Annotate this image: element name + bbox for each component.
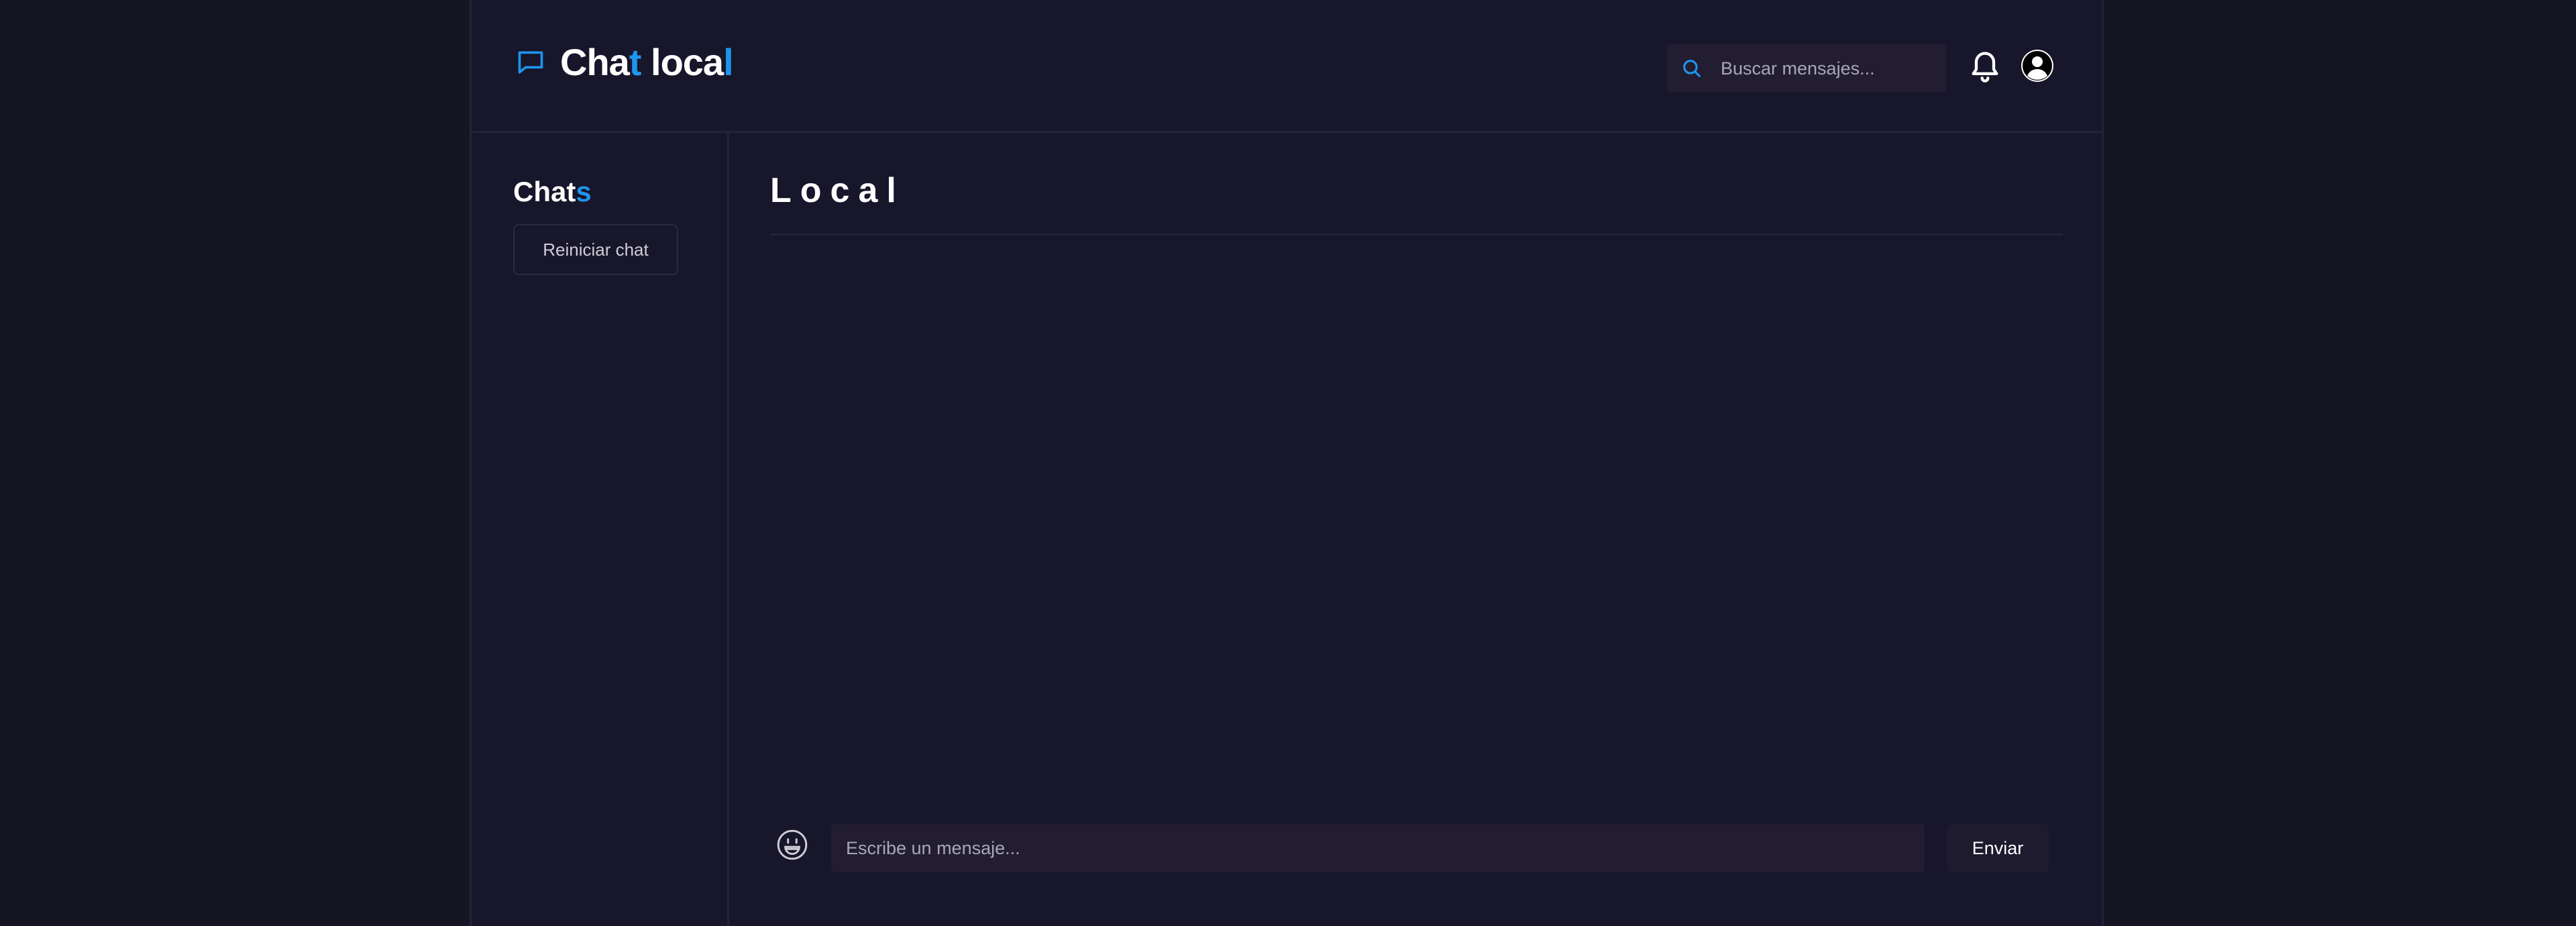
title-divider (770, 234, 2063, 236)
logo[interactable]: Chat local (516, 40, 734, 84)
search-placeholder: Buscar mensajes... (1721, 58, 1875, 79)
search-input[interactable]: Buscar mensajes... (1667, 44, 1946, 93)
send-button[interactable]: Enviar (1947, 824, 2049, 872)
emoji-icon[interactable] (775, 828, 809, 862)
app-title-accent: t (629, 41, 642, 83)
header: Chat local Buscar mensajes... (472, 0, 2102, 133)
app-title-part: loca (651, 41, 724, 83)
chat-panel: Local Escribe un mensaje... Enviar (729, 133, 2102, 926)
bell-icon[interactable] (1968, 48, 2002, 85)
app-title-space (641, 41, 651, 83)
app-title-part: Cha (560, 41, 630, 83)
app-title: Chat local (560, 40, 734, 84)
sidebar-title-accent: s (576, 176, 592, 207)
sidebar: Chats Reiniciar chat (472, 133, 729, 926)
message-placeholder: Escribe un mensaje... (846, 837, 1020, 858)
reset-chat-button[interactable]: Reiniciar chat (513, 224, 678, 275)
chat-bubble-icon (516, 48, 545, 77)
app-window: Chat local Buscar mensajes... Chats Rein… (470, 0, 2104, 926)
app-title-accent: l (723, 41, 734, 83)
sidebar-title: Chats (513, 176, 592, 208)
user-avatar-icon[interactable] (2021, 50, 2053, 82)
sidebar-title-part: Chat (513, 176, 576, 207)
search-icon (1680, 57, 1703, 80)
room-title: Local (770, 171, 905, 210)
message-input[interactable]: Escribe un mensaje... (831, 824, 1925, 872)
